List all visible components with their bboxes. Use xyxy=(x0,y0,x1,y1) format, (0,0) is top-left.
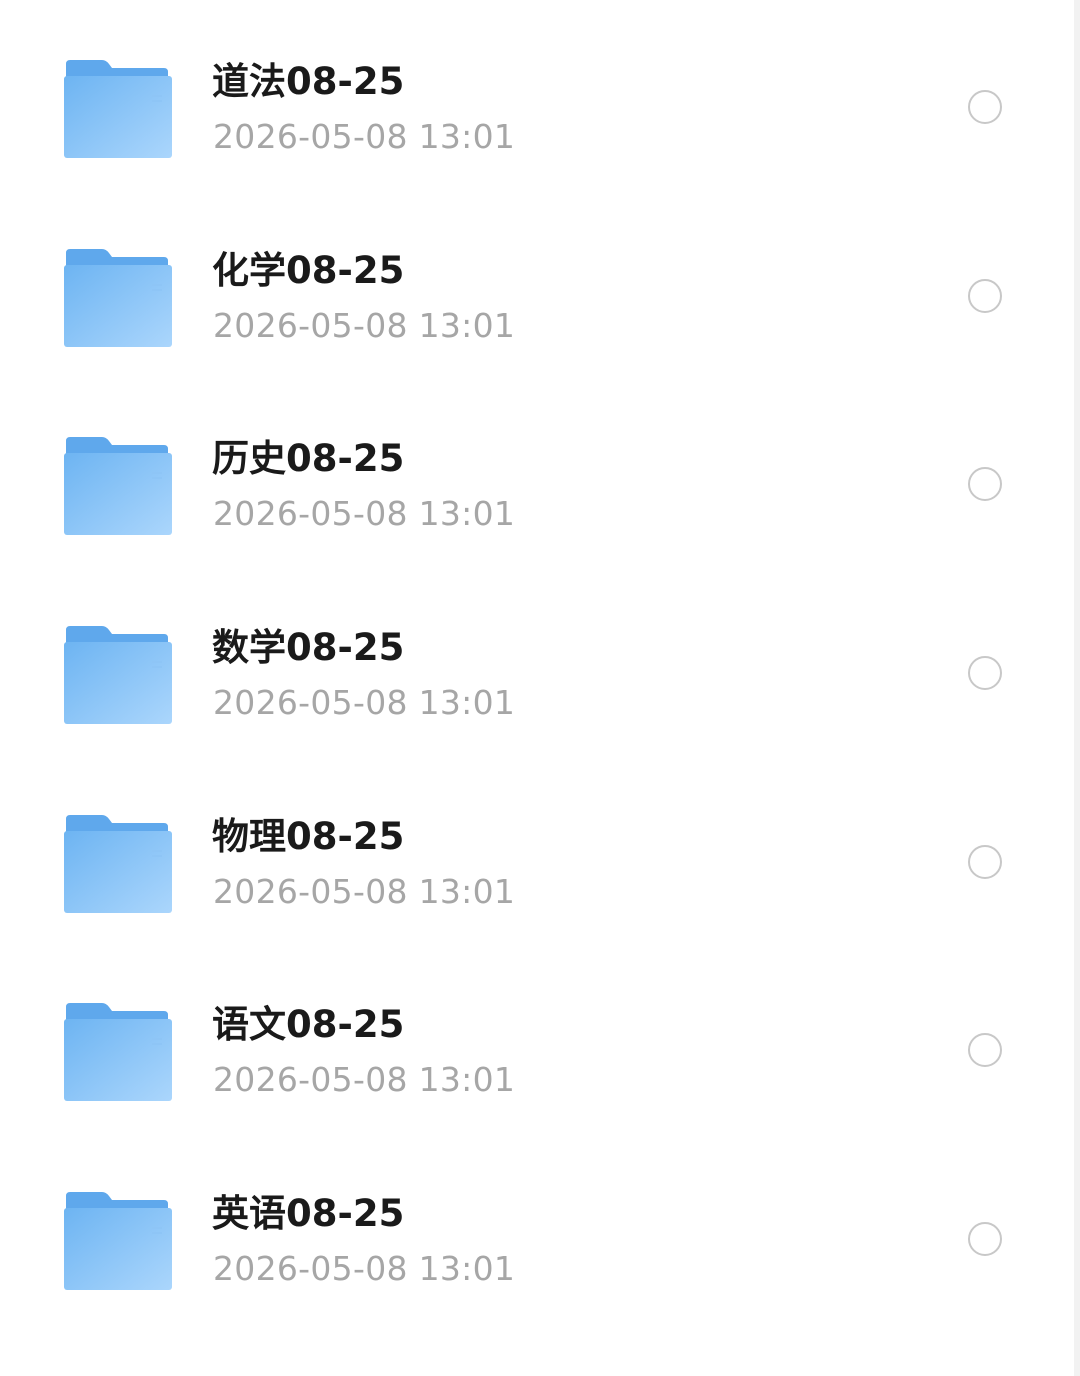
folder-icon xyxy=(64,248,172,347)
folder-date: 2026-05-08 13:01 xyxy=(213,305,516,345)
folder-list: 道法08-25 2026-05-08 13:01 化学08-25 2026-05… xyxy=(0,14,1074,1335)
folder-icon xyxy=(64,626,172,725)
folder-icon xyxy=(64,1192,172,1291)
folder-row[interactable]: 英语08-25 2026-05-08 13:01 xyxy=(0,1146,1074,1335)
folder-icon xyxy=(64,814,172,913)
scroll-edge xyxy=(1074,0,1080,1376)
folder-name: 道法08-25 xyxy=(212,60,405,103)
folder-date: 2026-05-08 13:01 xyxy=(213,1060,516,1100)
folder-name: 化学08-25 xyxy=(212,248,405,292)
folder-date: 2026-05-08 13:01 xyxy=(213,494,516,534)
folder-date: 2026-05-08 13:01 xyxy=(213,1249,516,1289)
folder-row[interactable]: 物理08-25 2026-05-08 13:01 xyxy=(0,769,1074,958)
select-radio[interactable] xyxy=(968,844,1002,879)
folder-row[interactable]: 语文08-25 2026-05-08 13:01 xyxy=(0,957,1074,1146)
folder-name: 物理08-25 xyxy=(212,814,405,858)
folder-row[interactable]: 道法08-25 2026-05-08 13:01 xyxy=(0,14,1074,203)
select-radio[interactable] xyxy=(968,656,1002,691)
select-radio[interactable] xyxy=(968,1033,1002,1068)
folder-row[interactable]: 化学08-25 2026-05-08 13:01 xyxy=(0,203,1074,392)
folder-date: 2026-05-08 13:01 xyxy=(213,683,516,723)
folder-icon xyxy=(64,1003,172,1102)
select-radio[interactable] xyxy=(968,467,1002,502)
select-radio[interactable] xyxy=(968,1222,1002,1257)
folder-row[interactable]: 历史08-25 2026-05-08 13:01 xyxy=(0,391,1074,580)
folder-name: 历史08-25 xyxy=(212,437,405,481)
folder-name: 语文08-25 xyxy=(212,1003,405,1047)
folder-name: 数学08-25 xyxy=(212,626,405,670)
folder-date: 2026-05-08 13:01 xyxy=(213,871,516,911)
select-radio[interactable] xyxy=(968,278,1002,313)
folder-date: 2026-05-08 13:01 xyxy=(213,117,516,156)
folder-icon xyxy=(64,437,172,536)
folder-row[interactable]: 数学08-25 2026-05-08 13:01 xyxy=(0,580,1074,769)
folder-name: 英语08-25 xyxy=(212,1192,405,1236)
folder-icon xyxy=(64,60,172,158)
select-radio[interactable] xyxy=(968,90,1002,124)
